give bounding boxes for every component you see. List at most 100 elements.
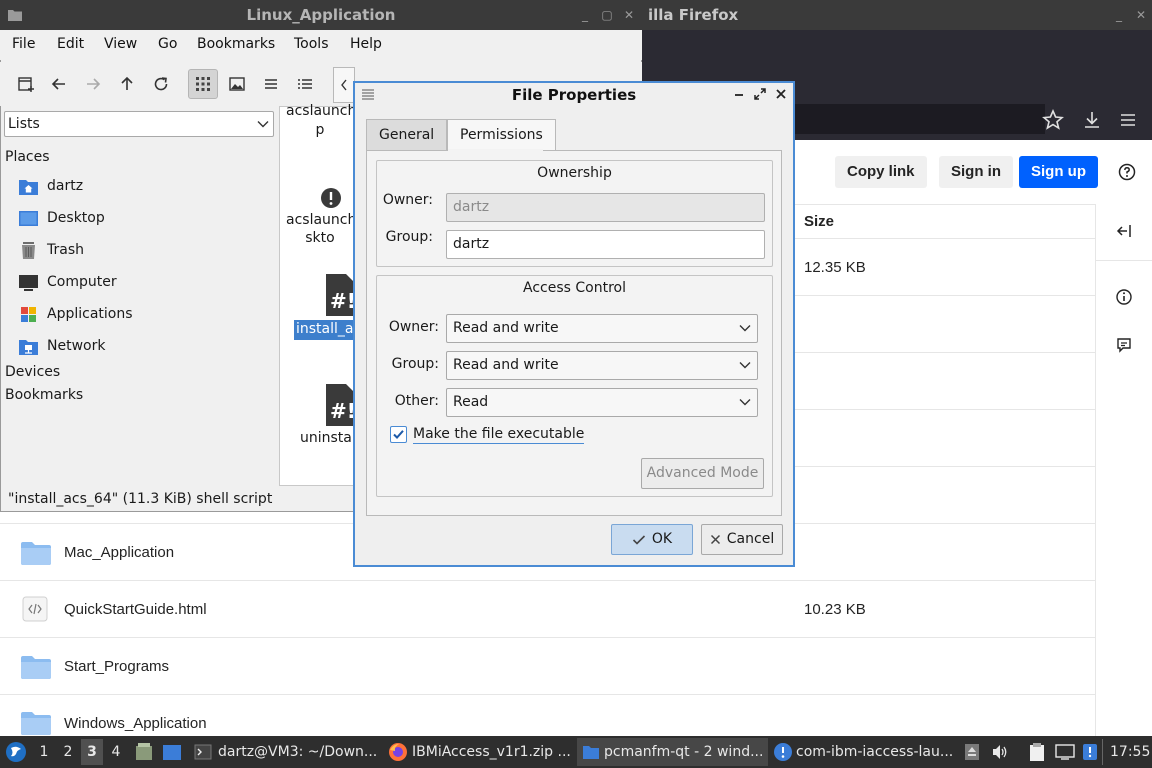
- sign-in-button[interactable]: Sign in: [939, 156, 1013, 188]
- side-pane-mode-value: Lists: [8, 116, 40, 132]
- desktop-switch-1[interactable]: 1: [36, 744, 52, 760]
- owner-field[interactable]: dartz: [446, 193, 765, 222]
- chevron-down-icon[interactable]: [257, 119, 269, 129]
- terminal-icon[interactable]: [194, 743, 212, 761]
- warning-icon[interactable]: [320, 187, 342, 209]
- collapse-panel-icon[interactable]: [1115, 222, 1133, 240]
- maximize-icon[interactable]: [754, 88, 766, 100]
- menu-go[interactable]: Go: [158, 36, 177, 52]
- cancel-button[interactable]: Cancel: [701, 524, 783, 555]
- sidebar-item-label: Network: [47, 338, 106, 354]
- menu-edit[interactable]: Edit: [57, 36, 84, 52]
- java-app-icon[interactable]: [773, 742, 793, 762]
- group-field[interactable]: dartz: [446, 230, 765, 259]
- icon-view-icon[interactable]: [188, 69, 218, 99]
- bookmarks-header[interactable]: Bookmarks: [5, 387, 83, 403]
- devices-header[interactable]: Devices: [5, 364, 60, 380]
- desktop-switch-2[interactable]: 2: [60, 744, 76, 760]
- task-file-manager[interactable]: pcmanfm-qt - 2 wind...: [604, 744, 763, 760]
- start-menu-icon[interactable]: [5, 741, 27, 763]
- file-item-label-selected[interactable]: install_a: [296, 321, 354, 337]
- file-item-label[interactable]: acslaunch_ skto: [286, 211, 354, 247]
- volume-icon[interactable]: [991, 743, 1009, 761]
- thumbnail-view-icon[interactable]: [223, 70, 251, 98]
- minimize-icon[interactable]: _: [578, 8, 592, 22]
- minimize-icon[interactable]: _: [1112, 8, 1126, 22]
- notification-icon[interactable]: [1081, 742, 1099, 762]
- clipboard-icon[interactable]: [1028, 742, 1046, 762]
- script-file-icon[interactable]: #!: [326, 384, 354, 426]
- clock[interactable]: 17:55: [1110, 744, 1150, 760]
- side-pane-mode-select[interactable]: [4, 111, 274, 137]
- tab-permissions[interactable]: Permissions: [447, 119, 556, 151]
- sidebar-item-dartz[interactable]: dartz: [18, 174, 83, 198]
- close-icon[interactable]: [775, 88, 787, 100]
- task-terminal[interactable]: dartz@VM3: ~/Down...: [218, 744, 377, 760]
- file-item-label[interactable]: acslaunch_ p: [286, 102, 354, 140]
- ok-button[interactable]: OK: [611, 524, 693, 555]
- group-permission-value: Read and write: [453, 357, 559, 373]
- sidebar-item-computer[interactable]: Computer: [18, 270, 117, 294]
- menu-view[interactable]: View: [104, 36, 137, 52]
- close-icon[interactable]: ✕: [622, 8, 636, 22]
- show-desktop-icon[interactable]: [134, 742, 154, 762]
- sidebar-item-trash[interactable]: Trash: [18, 238, 84, 262]
- folder-icon[interactable]: [582, 743, 600, 761]
- script-file-icon[interactable]: #!: [326, 274, 354, 316]
- sign-up-button[interactable]: Sign up: [1019, 156, 1098, 188]
- window-list-icon[interactable]: [162, 742, 182, 762]
- hamburger-menu-icon[interactable]: [1117, 109, 1139, 131]
- up-icon[interactable]: [113, 70, 141, 98]
- new-tab-icon[interactable]: [12, 70, 40, 98]
- file-name[interactable]: Mac_Application: [64, 544, 174, 561]
- minimize-icon[interactable]: [733, 88, 745, 100]
- file-item-label[interactable]: uninstal: [300, 430, 354, 446]
- bookmark-star-icon[interactable]: [1042, 109, 1064, 131]
- desktop-switch-4[interactable]: 4: [108, 744, 124, 760]
- chevron-down-icon: [739, 360, 751, 370]
- group-permission-select[interactable]: Read and write: [446, 351, 758, 380]
- task-iaccess[interactable]: com-ibm-iaccess-lau...: [796, 744, 953, 760]
- forward-icon[interactable]: [79, 70, 107, 98]
- close-icon[interactable]: ✕: [1134, 8, 1148, 22]
- file-name[interactable]: Start_Programs: [64, 658, 169, 675]
- task-firefox[interactable]: IBMiAccess_v1r1.zip ...: [412, 744, 571, 760]
- size-column-header[interactable]: Size: [804, 213, 834, 230]
- network-status-icon[interactable]: [1055, 743, 1075, 761]
- maximize-icon[interactable]: ▢: [600, 8, 614, 22]
- status-bar: "install_acs_64" (11.3 KiB) shell script: [8, 491, 273, 507]
- ownership-title: Ownership: [537, 165, 612, 181]
- file-name[interactable]: QuickStartGuide.html: [64, 601, 207, 618]
- desktop-icon: [18, 209, 39, 228]
- other-permission-select[interactable]: Read: [446, 388, 758, 417]
- sidebar-item-desktop[interactable]: Desktop: [18, 206, 105, 230]
- menu-help[interactable]: Help: [350, 36, 382, 52]
- help-icon[interactable]: [1118, 163, 1136, 181]
- desktop-switch-3[interactable]: 3: [84, 744, 100, 760]
- places-header[interactable]: Places: [5, 149, 50, 165]
- back-icon[interactable]: [45, 70, 73, 98]
- sidebar-item-applications[interactable]: Applications: [18, 302, 133, 326]
- eject-icon[interactable]: [963, 742, 981, 762]
- download-icon[interactable]: [1081, 109, 1103, 131]
- address-bar[interactable]: [795, 104, 1045, 134]
- menu-bookmarks[interactable]: Bookmarks: [197, 36, 275, 52]
- copy-link-button[interactable]: Copy link: [835, 156, 927, 188]
- path-scroll-left-icon[interactable]: [333, 67, 355, 103]
- comment-icon[interactable]: [1115, 336, 1133, 354]
- menu-tools[interactable]: Tools: [294, 36, 329, 52]
- firefox-icon[interactable]: [388, 742, 408, 762]
- reload-icon[interactable]: [147, 70, 175, 98]
- advanced-mode-button[interactable]: Advanced Mode: [641, 458, 764, 489]
- executable-label[interactable]: Make the file executable: [413, 426, 585, 444]
- detailed-list-icon[interactable]: [291, 70, 319, 98]
- menu-file[interactable]: File: [12, 36, 35, 52]
- compact-view-icon[interactable]: [257, 70, 285, 98]
- code-file-icon: [22, 596, 48, 622]
- tab-general[interactable]: General: [366, 119, 448, 150]
- executable-checkbox[interactable]: [390, 426, 407, 443]
- info-icon[interactable]: [1115, 288, 1133, 306]
- file-name[interactable]: Windows_Application: [64, 715, 207, 732]
- owner-permission-select[interactable]: Read and write: [446, 314, 758, 343]
- sidebar-item-network[interactable]: Network: [18, 334, 105, 358]
